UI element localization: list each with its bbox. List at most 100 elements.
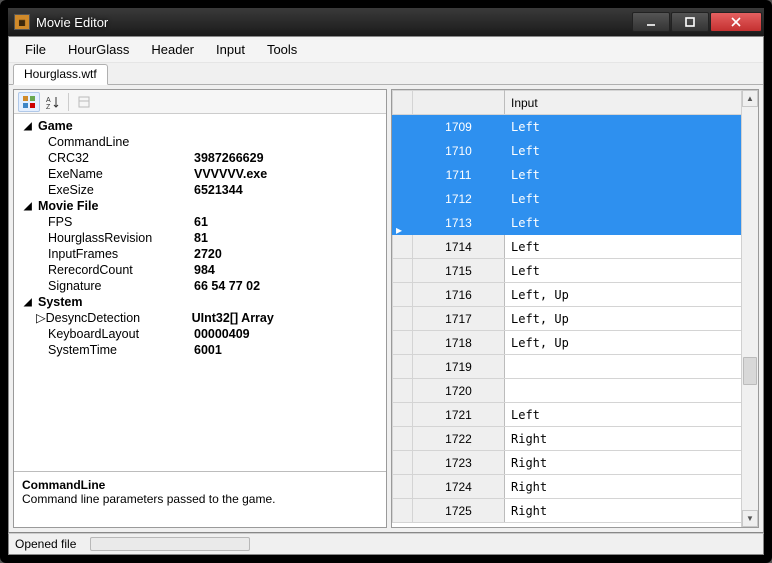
property-row[interactable]: Signature66 54 77 02: [16, 278, 384, 294]
menu-hourglass[interactable]: HourGlass: [58, 38, 139, 61]
table-row[interactable]: 1711Left: [393, 163, 758, 187]
table-row[interactable]: 1718Left, Up: [393, 331, 758, 355]
tab-hourglass-wtf[interactable]: Hourglass.wtf: [13, 64, 108, 85]
titlebar[interactable]: ▦ Movie Editor: [8, 8, 764, 36]
row-header[interactable]: 1720: [413, 379, 505, 403]
row-header[interactable]: 1719: [413, 355, 505, 379]
row-header[interactable]: 1713: [413, 211, 505, 235]
table-row[interactable]: 1722Right: [393, 427, 758, 451]
table-row[interactable]: 1724Right: [393, 475, 758, 499]
row-marker[interactable]: [393, 331, 413, 355]
row-header[interactable]: 1715: [413, 259, 505, 283]
row-marker[interactable]: [393, 307, 413, 331]
menu-input[interactable]: Input: [206, 38, 255, 61]
property-row[interactable]: ExeSize6521344: [16, 182, 384, 198]
menu-header[interactable]: Header: [141, 38, 204, 61]
row-marker[interactable]: [393, 283, 413, 307]
table-row[interactable]: 1713Left: [393, 211, 758, 235]
row-marker[interactable]: [393, 187, 413, 211]
grid-header-frame[interactable]: [413, 91, 505, 115]
row-marker[interactable]: [393, 403, 413, 427]
table-row[interactable]: 1720: [393, 379, 758, 403]
property-row[interactable]: SystemTime6001: [16, 342, 384, 358]
row-marker[interactable]: [393, 139, 413, 163]
table-row[interactable]: 1721Left: [393, 403, 758, 427]
row-header[interactable]: 1722: [413, 427, 505, 451]
scroll-track[interactable]: [742, 107, 758, 510]
row-cell[interactable]: Left: [505, 211, 758, 235]
property-row[interactable]: InputFrames2720: [16, 246, 384, 262]
row-header[interactable]: 1718: [413, 331, 505, 355]
table-row[interactable]: 1715Left: [393, 259, 758, 283]
row-cell[interactable]: [505, 355, 758, 379]
row-cell[interactable]: Left: [505, 115, 758, 139]
row-header[interactable]: 1725: [413, 499, 505, 523]
property-row[interactable]: ExeNameVVVVVV.exe: [16, 166, 384, 182]
table-row[interactable]: 1716Left, Up: [393, 283, 758, 307]
scroll-thumb[interactable]: [743, 357, 757, 385]
row-cell[interactable]: Right: [505, 427, 758, 451]
categorized-icon[interactable]: [18, 92, 40, 112]
table-row[interactable]: 1725Right: [393, 499, 758, 523]
row-header[interactable]: 1711: [413, 163, 505, 187]
grid-header-input[interactable]: Input: [505, 91, 758, 115]
row-marker[interactable]: [393, 427, 413, 451]
row-cell[interactable]: Right: [505, 451, 758, 475]
row-marker[interactable]: [393, 115, 413, 139]
menu-tools[interactable]: Tools: [257, 38, 307, 61]
row-marker[interactable]: [393, 163, 413, 187]
property-row[interactable]: RerecordCount984: [16, 262, 384, 278]
input-grid[interactable]: Input 1709Left1710Left1711Left1712Left17…: [392, 90, 758, 527]
close-button[interactable]: [710, 12, 762, 32]
table-row[interactable]: 1719: [393, 355, 758, 379]
table-row[interactable]: 1717Left, Up: [393, 307, 758, 331]
row-cell[interactable]: Left: [505, 139, 758, 163]
row-header[interactable]: 1712: [413, 187, 505, 211]
row-header[interactable]: 1723: [413, 451, 505, 475]
row-header[interactable]: 1710: [413, 139, 505, 163]
maximize-button[interactable]: [671, 12, 709, 32]
minimize-button[interactable]: [632, 12, 670, 32]
scroll-up-icon[interactable]: ▲: [742, 90, 758, 107]
row-cell[interactable]: Left, Up: [505, 307, 758, 331]
row-cell[interactable]: Left, Up: [505, 283, 758, 307]
propertygrid-body[interactable]: ◢GameCommandLineCRC323987266629ExeNameVV…: [14, 114, 386, 471]
row-header[interactable]: 1717: [413, 307, 505, 331]
property-row[interactable]: ▷DesyncDetectionUInt32[] Array: [16, 310, 384, 326]
menu-file[interactable]: File: [15, 38, 56, 61]
row-cell[interactable]: [505, 379, 758, 403]
row-cell[interactable]: Right: [505, 499, 758, 523]
row-marker[interactable]: [393, 259, 413, 283]
property-row[interactable]: FPS61: [16, 214, 384, 230]
category-movie-file[interactable]: ◢Movie File: [16, 198, 384, 214]
property-row[interactable]: CommandLine: [16, 134, 384, 150]
row-header[interactable]: 1709: [413, 115, 505, 139]
row-marker[interactable]: [393, 451, 413, 475]
alphabetical-icon[interactable]: AZ: [42, 92, 64, 112]
property-row[interactable]: HourglassRevision81: [16, 230, 384, 246]
row-cell[interactable]: Left: [505, 235, 758, 259]
row-cell[interactable]: Left: [505, 163, 758, 187]
category-game[interactable]: ◢Game: [16, 118, 384, 134]
row-header[interactable]: 1721: [413, 403, 505, 427]
row-marker[interactable]: [393, 379, 413, 403]
row-marker[interactable]: [393, 235, 413, 259]
property-row[interactable]: KeyboardLayout00000409: [16, 326, 384, 342]
row-header[interactable]: 1714: [413, 235, 505, 259]
row-marker[interactable]: [393, 499, 413, 523]
row-header[interactable]: 1716: [413, 283, 505, 307]
row-cell[interactable]: Left: [505, 187, 758, 211]
row-cell[interactable]: Left: [505, 259, 758, 283]
table-row[interactable]: 1709Left: [393, 115, 758, 139]
row-header[interactable]: 1724: [413, 475, 505, 499]
row-marker[interactable]: [393, 211, 413, 235]
category-system[interactable]: ◢System: [16, 294, 384, 310]
grid-corner[interactable]: [393, 91, 413, 115]
table-row[interactable]: 1714Left: [393, 235, 758, 259]
row-cell[interactable]: Right: [505, 475, 758, 499]
scroll-down-icon[interactable]: ▼: [742, 510, 758, 527]
table-row[interactable]: 1710Left: [393, 139, 758, 163]
row-cell[interactable]: Left, Up: [505, 331, 758, 355]
property-row[interactable]: CRC323987266629: [16, 150, 384, 166]
row-marker[interactable]: [393, 475, 413, 499]
